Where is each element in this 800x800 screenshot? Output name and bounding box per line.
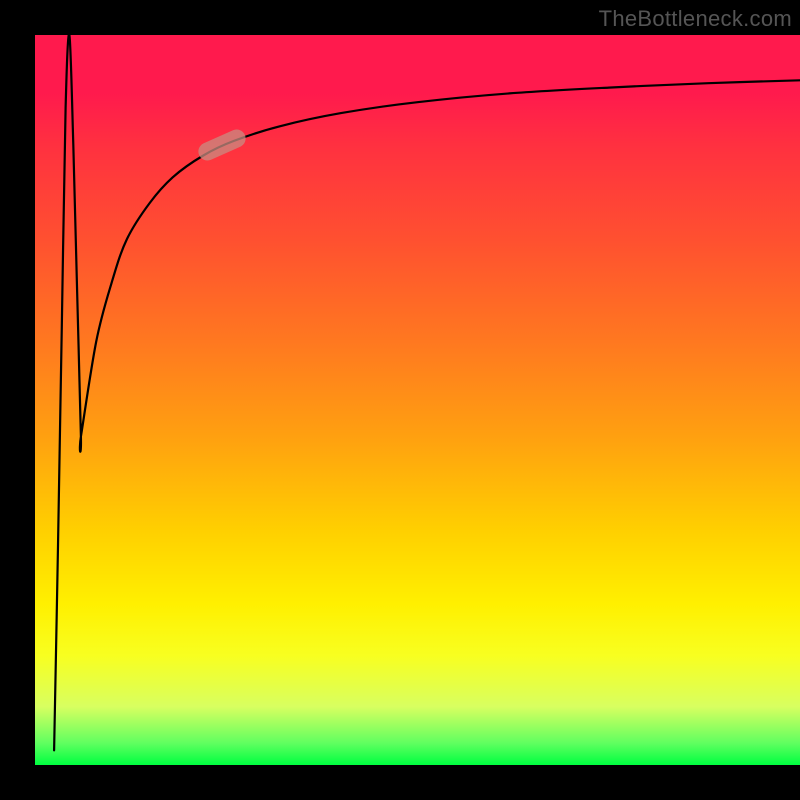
plot-gradient-background [35, 35, 800, 765]
watermark-text: TheBottleneck.com [599, 6, 792, 32]
